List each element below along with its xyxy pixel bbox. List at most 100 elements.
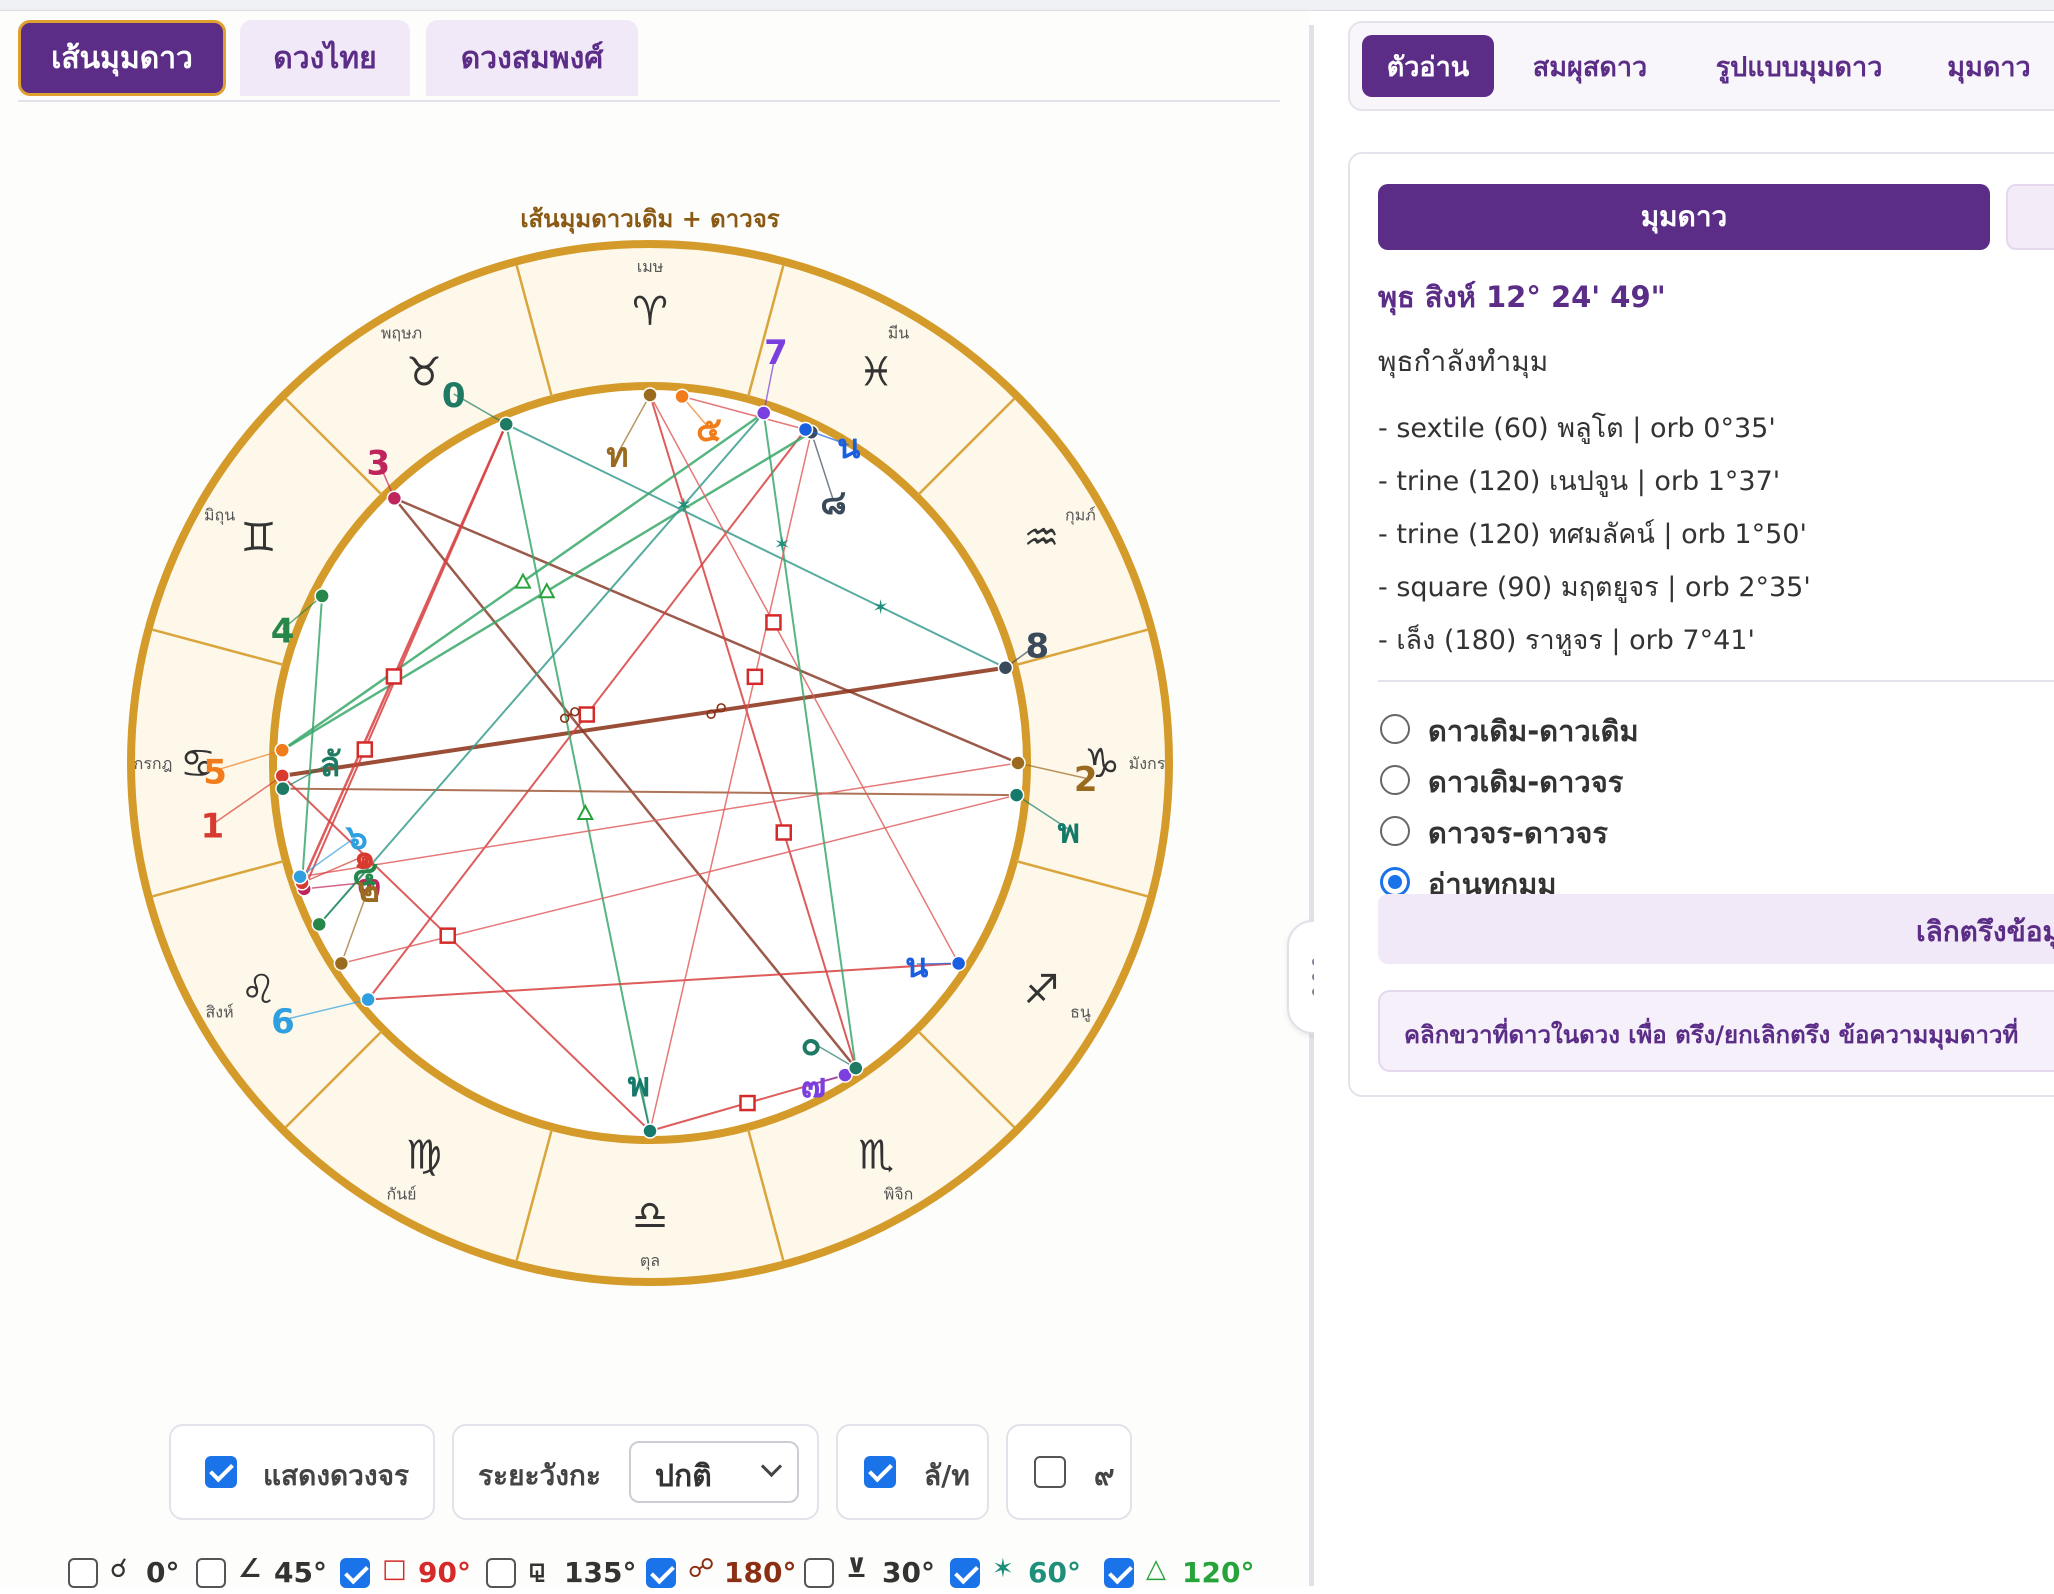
planet-label: พ [628,1065,650,1105]
square-aspect-icon [578,706,596,723]
aspect-line-4: - square (90) มฤตยูจร | orb 2°35' [1378,572,1811,603]
la-checkbox[interactable] [864,1456,896,1488]
aspect-filter-checkbox[interactable] [950,1558,980,1588]
chevron-down-icon [760,1455,783,1478]
inner-ring [269,382,1031,1144]
planet-dot [674,388,690,405]
aspect-filter-checkbox[interactable] [486,1558,516,1588]
aspect-filter-checkbox[interactable] [1104,1558,1134,1588]
nine-checkbox[interactable] [1034,1456,1066,1488]
secondary-button[interactable] [2006,184,2054,250]
planet-label: ๕ [696,410,722,450]
aspect-degree-label: 0° [146,1556,180,1589]
sign-glyph-icon: ♓ [858,350,894,396]
sign-name-label: ตุล [640,1251,660,1271]
square-aspect-icon [356,741,374,758]
square-aspect-icon [385,668,403,685]
aspect-line-5: - เล็ง (180) ราหูจร | orb 7°41' [1378,625,1755,656]
tab-planet-positions[interactable]: สมผุสดาว [1510,35,1670,97]
aspect-symbol-icon: ✶ [992,1554,1014,1584]
hint-box: คลิกขวาที่ดาวในดวง เพื่อ ตรึง/ยกเลิกตรึง… [1378,990,2054,1072]
planet-dot [642,387,658,403]
planet-label: ๗ [801,1066,827,1106]
aspect-filter-row: ☌ 0° ∠ 45° □ 90° ⚼ 135° ☍ 180° ⊻ 30° ✶ 60° △ 120° [68,1554,1308,1594]
reading-card: มุมดาว พุธ สิงห์ 12° 24' 49" พุธกำลังทำม… [1348,152,2054,1097]
opposition-aspect-icon: ☍ [705,700,727,725]
mode-radio-natal-transit[interactable] [1380,765,1410,795]
planet-label: 6 [271,1002,295,1042]
planet-dot [274,742,290,758]
planet-label: 8 [1025,627,1049,667]
planet-dot [275,780,291,797]
sign-glyph-icon: ♉ [406,350,442,396]
aspect-degree-label: 45° [274,1556,327,1589]
planet-dot [360,991,376,1008]
planet-dot [997,660,1014,676]
aspect-symbol-icon: ⊻ [846,1554,868,1584]
planet-dot [314,588,330,604]
planet-label: 1 [200,807,224,847]
orb-range-select[interactable]: ปกติ [629,1441,799,1503]
divider-line [1378,680,2054,682]
planet-label: ๒ [357,870,379,910]
planet-label: 2 [1074,760,1098,800]
planet-label: ๘ [820,483,846,523]
planet-dot [1010,755,1026,771]
planet-dot [292,868,308,885]
mode-label-natal-transit: ดาวเดิม-ดาวจร [1428,765,1624,799]
aspect-filter-checkbox[interactable] [646,1558,676,1588]
mode-radio-transit-transit[interactable] [1380,816,1410,846]
aspect-degree-label: 120° [1182,1556,1255,1589]
planet-dot [797,421,814,438]
tab-aspect-patterns[interactable]: รูปแบบมุมดาว [1690,35,1908,97]
nine-label: ๙ [1094,1459,1115,1492]
planet-label: ๐ [801,1024,822,1064]
sign-name-label: มังกร [1129,754,1166,773]
aspect-symbol-icon: ∠ [238,1554,262,1584]
aspect-degree-label: 90° [418,1556,471,1589]
tab-aspects[interactable]: มุมดาว [1924,35,2054,97]
sign-glyph-icon: ♐ [1024,967,1060,1013]
planet-label: ท [606,436,628,476]
opposition-aspect-icon: ☍ [559,704,581,729]
aspect-filter-checkbox[interactable] [196,1558,226,1588]
aspect-degree-label: 60° [1028,1556,1081,1589]
unpin-bar[interactable]: เลิกตรึงข้อมู [1378,894,2054,964]
planet-label: ๖ [344,818,368,858]
sign-glyph-icon: ♎ [632,1193,668,1239]
mode-label-transit-transit: ดาวจร-ดาวจร [1428,816,1608,850]
planet-label: พ [1058,811,1080,851]
planet-dot [274,768,290,784]
planet-dot [386,490,403,507]
mode-radio-natal-natal[interactable] [1380,714,1410,744]
square-aspect-icon [746,668,764,686]
aspects-button[interactable]: มุมดาว [1378,184,1990,250]
aspect-filter-checkbox[interactable] [340,1558,370,1588]
sign-name-label: ธนู [1070,1003,1091,1023]
sign-glyph-icon: ♊ [241,515,277,561]
aspect-symbol-icon: ☍ [688,1554,715,1584]
la-control: ลั/ท [836,1424,989,1520]
sign-glyph-icon: ♒ [1024,515,1060,561]
show-transit-checkbox[interactable] [205,1456,237,1488]
sign-name-label: มีน [888,324,910,343]
planet-dot [950,955,967,972]
hint-text: คลิกขวาที่ดาวในดวง เพื่อ ตรึง/ยกเลิกตรึง… [1404,1021,2019,1049]
aspect-filter-checkbox[interactable] [804,1558,834,1588]
tab-reader[interactable]: ตัวอ่าน [1362,35,1494,97]
sextile-aspect-icon: ✶ [872,595,889,619]
mode-radio-all[interactable] [1380,867,1410,897]
zodiac-wheel: ♈เมษ♉พฤษภ♊มิถุน♋กรกฎ♌สิงห์♍กันย์ ♎ตุล♏พิจ… [127,240,1173,1286]
aspect-filter-checkbox[interactable] [68,1558,98,1588]
chart-pane: เส้นมุมดาว ดวงไทย ดวงสมพงศ์ เส้นมุมดาวเด… [0,11,1310,1589]
planet-heading: พุธ สิงห์ 12° 24' 49" [1378,280,1666,314]
square-aspect-icon [765,614,782,631]
reading-tabs: ตัวอ่าน สมผุสดาว รูปแบบมุมดาว มุมดาว [1348,21,2054,111]
sign-name-label: กุมภ์ [1065,506,1096,526]
making-aspects-text: พุธกำลังทำมุม [1378,345,1549,378]
planet-label: น [905,946,928,986]
aspect-degree-label: 30° [882,1556,935,1589]
sign-glyph-icon: ♍ [406,1132,442,1178]
window-top-bar [0,0,2054,11]
planet-label: ลั [320,745,342,785]
